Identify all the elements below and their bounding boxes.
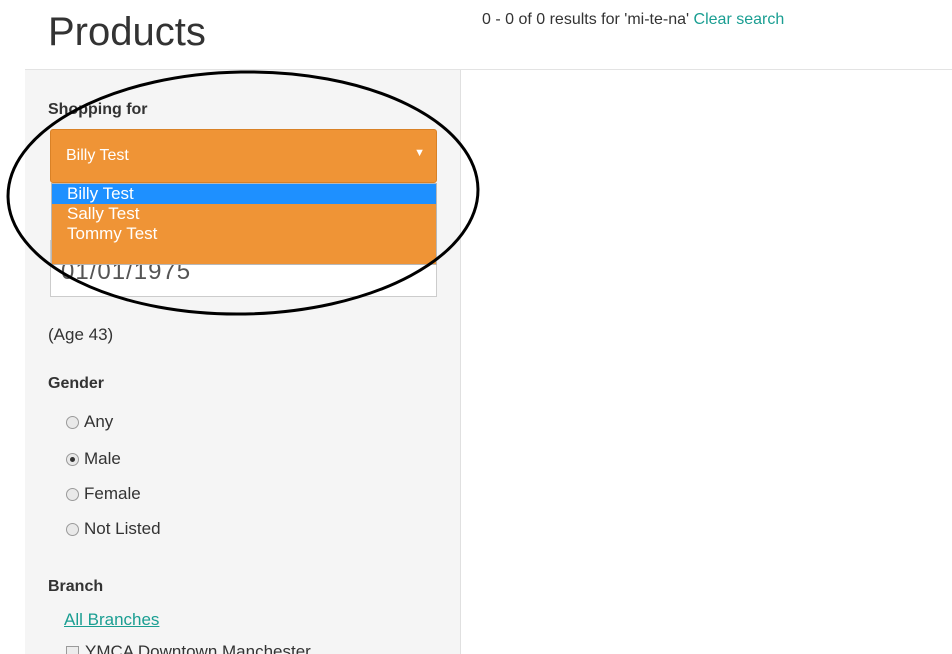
shopping-for-selected-value: Billy Test [66,147,129,164]
all-branches-link[interactable]: All Branches [64,610,159,630]
gender-option-label: Female [84,484,141,503]
gender-radio-male[interactable]: Male [66,449,121,469]
branch-option-label: YMCA Downtown Manchester [85,642,311,654]
shopping-for-label: Shopping for [48,101,148,118]
dropdown-option-billy[interactable]: Billy Test [52,184,436,204]
radio-checked-icon [66,452,79,466]
dropdown-option-sally[interactable]: Sally Test [52,204,436,224]
gender-option-label: Not Listed [84,519,161,538]
gender-radio-female[interactable]: Female [66,484,141,504]
age-text: (Age 43) [48,325,114,344]
branch-label: Branch [48,578,104,595]
gender-radio-any[interactable]: Any [66,412,113,432]
results-summary: 0 - 0 of 0 results for 'mi-te-na' Clear … [482,11,784,29]
gender-option-label: Any [84,412,114,431]
page-title: Products [48,10,206,54]
results-text: 0 - 0 of 0 results for 'mi-te-na' [482,11,690,28]
checkbox-icon [66,645,79,654]
radio-icon [66,487,79,501]
radio-icon [66,522,79,536]
radio-icon [66,415,79,429]
dropdown-option-tommy[interactable]: Tommy Test [52,224,436,244]
gender-radio-not-listed[interactable]: Not Listed [66,519,161,539]
shopping-for-dropdown: Billy Test Sally Test Tommy Test [51,183,437,265]
gender-label: Gender [48,375,105,392]
page: Products 0 - 0 of 0 results for 'mi-te-n… [0,0,952,654]
branch-checkbox-downtown-manchester[interactable]: YMCA Downtown Manchester [66,642,311,654]
clear-search-link[interactable]: Clear search [694,11,785,28]
caret-down-icon: ▼ [414,147,425,159]
gender-option-label: Male [84,449,121,468]
shopping-for-select[interactable]: Billy Test ▼ [50,129,437,183]
